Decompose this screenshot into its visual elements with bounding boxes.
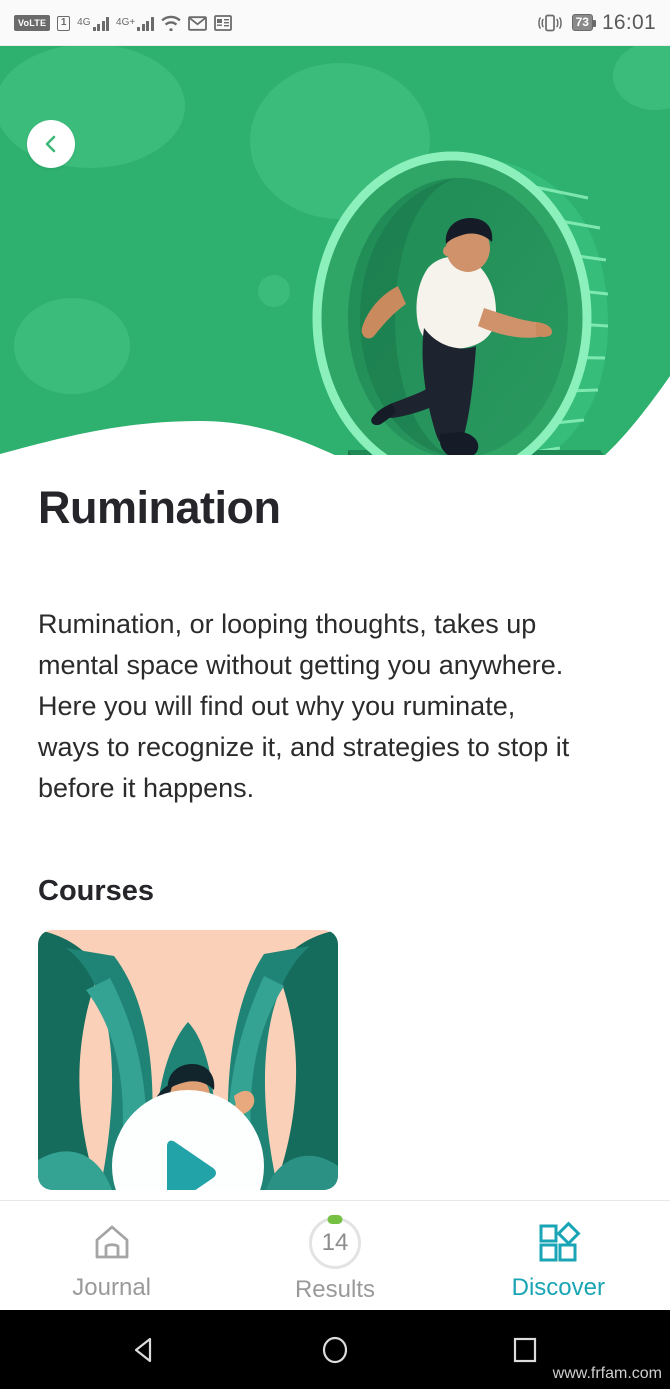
hero-illustration [0, 46, 670, 501]
nav-label-results: Results [294, 1276, 375, 1303]
system-back-button[interactable] [50, 1333, 240, 1367]
chevron-left-icon [45, 135, 56, 153]
nav-item-journal[interactable]: Journal [0, 1217, 223, 1302]
network-type-label: 4G [77, 16, 91, 28]
signal-bars-icon-2: 4G+ [116, 16, 154, 31]
nav-item-discover[interactable]: Discover [447, 1217, 670, 1302]
status-bar-clock: 16:01 [601, 10, 656, 34]
gmail-icon [187, 15, 207, 31]
system-recents-button[interactable] [430, 1333, 620, 1367]
nav-label-journal: Journal [72, 1274, 152, 1301]
system-home-button[interactable] [240, 1333, 430, 1367]
phone-screen: VoLTE 1 4G 4G+ 73 16:01 Rumination Rumin… [0, 0, 670, 1389]
course-card[interactable] [38, 930, 338, 1191]
sim-card-icon: 1 [57, 15, 71, 31]
results-count-ring: 14 [308, 1215, 361, 1269]
results-badge-dot [327, 1215, 343, 1224]
square-recents-icon [513, 1337, 537, 1362]
status-bar-right: 73 16:01 [537, 11, 656, 35]
home-icon [95, 1225, 129, 1259]
hero-banner [0, 46, 670, 501]
nav-item-results[interactable]: 14 Results [223, 1215, 446, 1304]
system-navigation-bar: www.frfam.com [0, 1310, 670, 1389]
page-description: Rumination, or looping thoughts, takes u… [38, 609, 570, 804]
network-type-label-2: 4G+ [116, 16, 136, 28]
signal-bars-icon: 4G [77, 16, 110, 31]
volte-badge: VoLTE [14, 14, 51, 31]
battery-icon: 73 [571, 14, 597, 31]
play-icon [167, 1140, 216, 1191]
grid-diamond-icon [539, 1221, 581, 1262]
signal-bars-glyph [92, 16, 110, 31]
status-bar-left: VoLTE 1 4G 4G+ [14, 14, 232, 31]
watermark: www.frfam.com [552, 1365, 662, 1382]
wifi-icon [161, 15, 181, 31]
signal-bars-glyph-2 [137, 16, 154, 31]
nav-label-discover: Discover [511, 1274, 605, 1301]
circle-home-icon [322, 1336, 348, 1363]
bottom-navigation: Journal 14 Results Discover [0, 1200, 670, 1310]
news-icon [213, 14, 232, 31]
results-count: 14 [321, 1229, 349, 1256]
status-bar: VoLTE 1 4G 4G+ 73 16:01 [0, 0, 670, 46]
vibrate-icon [537, 13, 563, 33]
back-button[interactable] [27, 120, 75, 168]
courses-heading: Courses [38, 875, 155, 908]
triangle-back-icon [134, 1337, 152, 1362]
page-title: Rumination [38, 482, 281, 533]
main-content: Rumination Rumination, or looping though… [0, 455, 670, 1200]
